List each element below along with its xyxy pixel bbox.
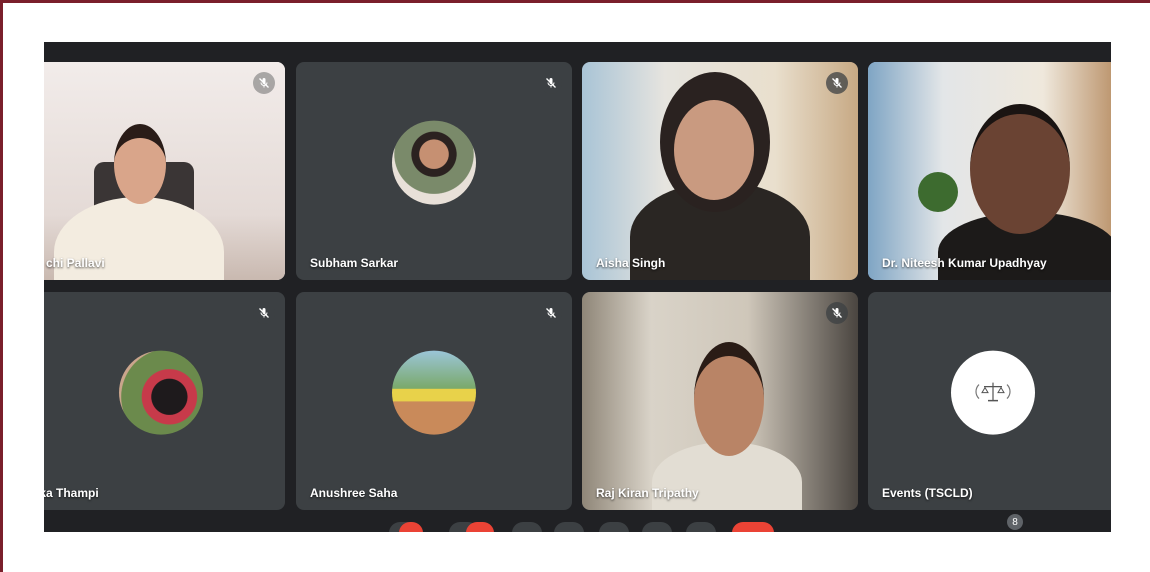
present-button[interactable]	[599, 522, 629, 532]
participant-name: Dr. Niteesh Kumar Upadhyay	[882, 256, 1047, 270]
raise-hand-button[interactable]	[642, 522, 672, 532]
participant-name: Aisha Singh	[596, 256, 666, 270]
mute-indicator	[540, 302, 562, 324]
participant-tile-3[interactable]: Aisha Singh	[582, 62, 858, 280]
avatar	[392, 120, 476, 205]
mic-off-icon	[259, 78, 269, 88]
captions-button[interactable]	[512, 522, 542, 532]
participant-tile-2[interactable]: Subham Sarkar	[296, 62, 572, 280]
person-head	[694, 342, 764, 456]
mic-off-icon	[832, 78, 842, 88]
mic-off-icon	[259, 308, 269, 318]
avatar	[118, 350, 203, 435]
person-head	[970, 104, 1070, 234]
participant-tile-7[interactable]: Raj Kiran Tripathy	[582, 292, 858, 510]
camera-off-button[interactable]	[466, 522, 494, 532]
mic-off-icon	[832, 308, 842, 318]
face	[674, 100, 754, 200]
mute-indicator	[253, 72, 275, 94]
person-head	[114, 124, 166, 204]
participant-name: ika Thampi	[44, 486, 99, 500]
mute-indicator	[540, 72, 562, 94]
end-call-button[interactable]	[732, 522, 774, 532]
emoji-button[interactable]	[554, 522, 584, 532]
mute-indicator	[826, 72, 848, 94]
participant-tile-8[interactable]: Events (TSCLD)	[868, 292, 1111, 510]
scales-of-justice-logo-icon	[975, 382, 1011, 402]
control-bar: 8	[44, 514, 1111, 532]
mute-indicator	[253, 302, 275, 324]
participant-tile-4[interactable]: Dr. Niteesh Kumar Upadhyay	[868, 62, 1111, 280]
participant-name: chi Pallavi	[46, 256, 105, 270]
mic-off-icon	[546, 78, 556, 88]
participant-tile-1[interactable]: chi Pallavi	[44, 62, 285, 280]
participant-tile-5[interactable]: ika Thampi	[44, 292, 285, 510]
more-options-button[interactable]	[686, 522, 716, 532]
participant-name: Anushree Saha	[310, 486, 398, 500]
participant-name: Events (TSCLD)	[882, 486, 973, 500]
avatar	[951, 350, 1035, 435]
mic-off-button[interactable]	[399, 522, 423, 532]
participant-name: Raj Kiran Tripathy	[596, 486, 699, 500]
avatar	[392, 350, 476, 435]
participant-count-badge[interactable]: 8	[1007, 514, 1023, 530]
participant-tile-6[interactable]: Anushree Saha	[296, 292, 572, 510]
mute-indicator	[826, 302, 848, 324]
plant	[918, 172, 958, 212]
participant-name: Subham Sarkar	[310, 256, 399, 270]
meet-window: chi Pallavi Subham Sarkar Aisha Singh Dr…	[44, 42, 1111, 532]
mic-off-icon	[546, 308, 556, 318]
